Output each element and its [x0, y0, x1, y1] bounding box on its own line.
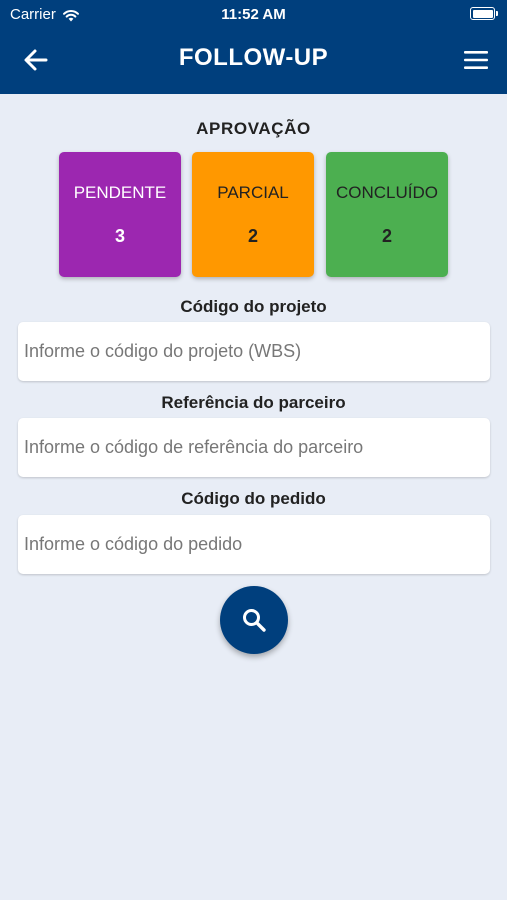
order-code-input[interactable] [18, 515, 490, 574]
partner-reference-input[interactable] [18, 418, 490, 477]
partner-reference-label: Referência do parceiro [161, 393, 346, 412]
status-time: 11:52 AM [221, 6, 286, 23]
search-icon [243, 609, 266, 632]
project-code-label: Código do projeto [180, 297, 327, 316]
card-count: 2 [381, 226, 392, 246]
approval-section-title: APROVAÇÃO [196, 119, 311, 138]
search-button[interactable] [220, 586, 288, 654]
card-label: CONCLUÍDO [335, 183, 438, 202]
menu-button[interactable] [463, 48, 489, 72]
status-bar: Carrier 11:52 AM [0, 0, 507, 28]
card-count: 2 [247, 226, 258, 246]
card-count: 3 [114, 226, 125, 246]
order-code-label: Código do pedido [181, 489, 326, 508]
project-code-input[interactable] [18, 322, 490, 381]
page-title: FOLLOW-UP [178, 44, 329, 71]
card-label: PENDENTE [73, 183, 167, 202]
approval-card-concluido[interactable]: CONCLUÍDO 2 [326, 152, 448, 277]
hamburger-menu-icon [464, 51, 488, 69]
card-label: PARCIAL [217, 183, 289, 202]
approval-card-pendente[interactable]: PENDENTE 3 [59, 152, 181, 277]
approval-card-parcial[interactable]: PARCIAL 2 [192, 152, 314, 277]
battery-icon [470, 7, 498, 20]
app-header: Carrier 11:52 AM FOLLOW-UP [0, 0, 507, 94]
